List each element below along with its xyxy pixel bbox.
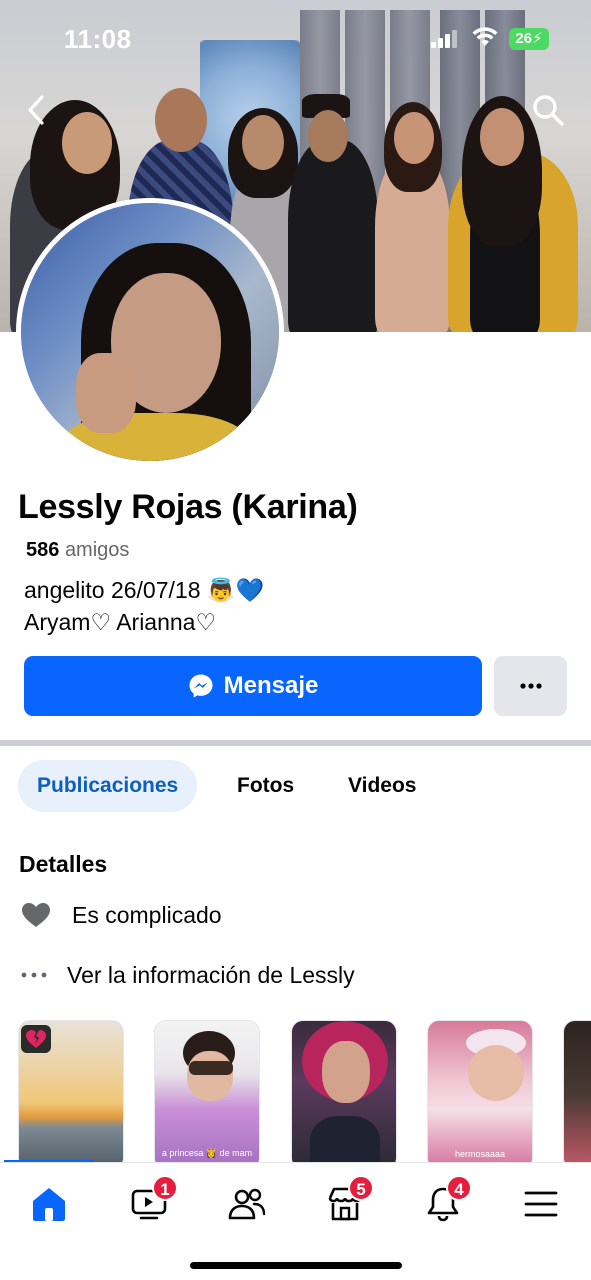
nav-notifications[interactable]: 4 [418,1175,472,1227]
bio-line-1: angelito 26/07/18 👼💙 [24,577,265,603]
tab-publicaciones[interactable]: Publicaciones [18,760,198,812]
nav-badge: 5 [348,1175,374,1201]
cover-face [155,88,207,152]
cellular-signal-icon [431,30,457,48]
messenger-icon [189,674,213,698]
search-icon[interactable] [530,92,566,128]
cover-person [288,140,378,332]
see-info-link[interactable]: Ver la información de Lessly [20,957,355,993]
tab-fotos[interactable]: Fotos [218,760,313,812]
message-button[interactable]: Mensaje [24,656,482,716]
more-options-button[interactable] [494,656,567,716]
nav-friends[interactable] [222,1181,272,1227]
menu-icon [524,1191,558,1217]
highlight-caption: hermosaaaa [454,1149,506,1159]
more-dots-icon [21,972,47,978]
message-button-label: Mensaje [223,672,319,699]
nav-badge: 4 [446,1175,472,1201]
nav-home[interactable] [24,1181,74,1227]
status-bar: 11:08 26⚡ [0,0,591,80]
nav-marketplace[interactable]: 5 [320,1175,374,1227]
cover-face [480,108,524,166]
tab-videos[interactable]: Videos [329,760,435,812]
battery-level: 26 [515,30,533,47]
relationship-text: Es complicado [72,901,222,928]
home-indicator [190,1262,402,1269]
cover-face [308,110,348,162]
highlight-card[interactable]: a princesa 👸 de mam [154,1020,260,1162]
nav-badge: 1 [152,1175,178,1201]
friends-count-number: 586 [26,539,60,561]
highlight-card[interactable] [563,1020,591,1162]
highlight-card[interactable] [291,1020,397,1162]
more-dots-icon [519,683,542,689]
cover-face [62,112,112,174]
friends-label: amigos [64,539,130,561]
profile-avatar[interactable] [16,198,284,466]
details-title: Detalles [19,851,108,877]
broken-heart-icon [21,1025,51,1053]
home-icon [33,1188,65,1221]
cover-face [394,112,434,164]
nav-video[interactable]: 1 [124,1175,178,1227]
highlights-row: a princesa 👸 de mam hermosaaaa [0,1020,591,1162]
cover-face [242,115,284,170]
section-divider [0,740,591,746]
status-time: 11:08 [64,24,132,54]
profile-name: Lessly Rojas (Karina) [18,488,358,526]
highlight-caption: a princesa 👸 de mam [161,1148,253,1158]
friends-icon [228,1188,266,1220]
bio-line-2: Aryam♡ Arianna♡ [24,609,217,635]
friends-count[interactable]: 586 amigos [26,539,129,562]
nav-menu[interactable] [516,1181,566,1227]
relationship-status: Es complicado [20,897,222,933]
heart-icon [22,903,50,927]
wifi-icon [472,27,498,46]
chevron-left-icon[interactable] [22,92,52,128]
see-info-text: Ver la información de Lessly [67,961,355,988]
highlight-card[interactable] [18,1020,124,1162]
highlight-card[interactable]: hermosaaaa [427,1020,533,1162]
battery-indicator: 26⚡ [509,28,549,50]
charging-bolt-icon: ⚡ [532,30,543,47]
